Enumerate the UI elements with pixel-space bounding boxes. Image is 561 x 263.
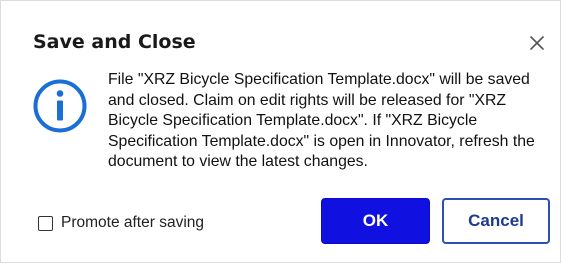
close-button[interactable] (523, 29, 551, 57)
ok-button[interactable]: OK (321, 198, 430, 244)
close-icon (530, 36, 544, 50)
dialog-title: Save and Close (33, 31, 196, 53)
save-and-close-dialog: Save and Close File "XRZ Bicycle Specifi… (0, 0, 561, 263)
promote-after-saving-option[interactable]: Promote after saving (38, 214, 204, 232)
promote-label: Promote after saving (61, 214, 205, 231)
promote-checkbox[interactable] (38, 215, 53, 231)
info-circle-icon (32, 78, 88, 134)
cancel-button[interactable]: Cancel (442, 198, 550, 244)
dialog-message: File "XRZ Bicycle Specification Template… (108, 71, 535, 171)
